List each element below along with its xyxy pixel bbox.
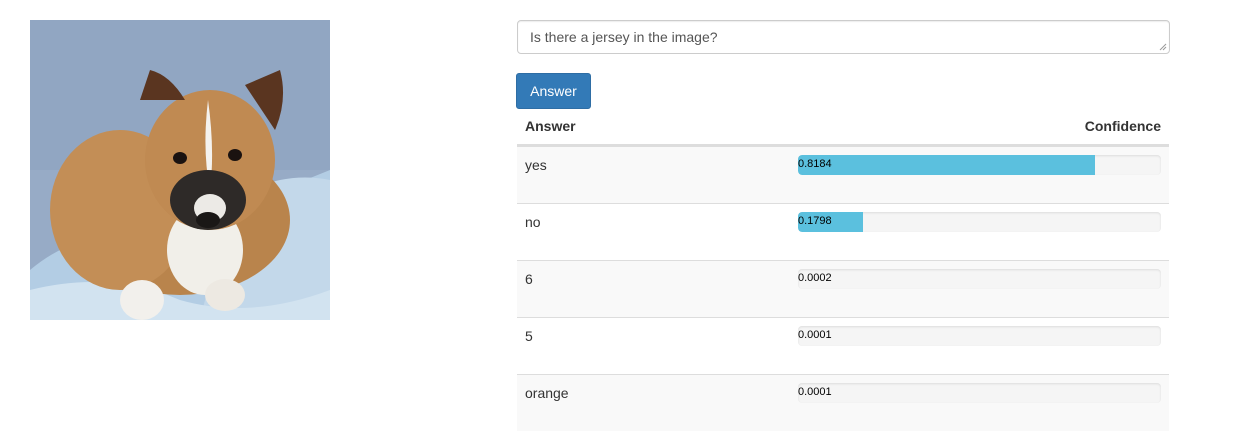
table-row: no 0.1798 <box>517 203 1169 260</box>
answer-label: no <box>525 214 541 230</box>
answer-label: orange <box>525 385 569 401</box>
table-row: 6 0.0002 <box>517 260 1169 317</box>
confidence-bar: 0.0002 <box>798 269 1161 289</box>
confidence-column-header: Confidence <box>1085 118 1161 134</box>
table-header: Answer Confidence <box>517 108 1169 146</box>
table-row: yes 0.8184 <box>517 146 1169 203</box>
confidence-value: 0.0001 <box>798 386 832 399</box>
confidence-bar: 0.0001 <box>798 383 1161 403</box>
table-row: orange 0.0001 <box>517 374 1169 431</box>
question-input[interactable]: Is there a jersey in the image? <box>517 20 1170 54</box>
answer-label: yes <box>525 157 547 173</box>
confidence-bar-fill <box>798 155 1095 175</box>
confidence-value: 0.0002 <box>798 272 832 285</box>
confidence-value: 0.1798 <box>798 215 832 228</box>
confidence-value: 0.0001 <box>798 329 832 342</box>
answer-label: 5 <box>525 328 533 344</box>
results-table: Answer Confidence yes 0.8184 no 0.1798 6 0.00… <box>517 108 1169 431</box>
confidence-bar: 0.8184 <box>798 155 1161 175</box>
resize-grip-icon[interactable] <box>1159 43 1167 51</box>
answer-label: 6 <box>525 271 533 287</box>
confidence-bar: 0.0001 <box>798 326 1161 346</box>
answer-column-header: Answer <box>525 118 576 134</box>
question-text: Is there a jersey in the image? <box>530 29 718 45</box>
confidence-bar: 0.1798 <box>798 212 1161 232</box>
table-row: 5 0.0001 <box>517 317 1169 374</box>
answer-button[interactable]: Answer <box>516 73 591 109</box>
confidence-value: 0.8184 <box>798 158 832 171</box>
puppy-photo <box>30 20 330 320</box>
